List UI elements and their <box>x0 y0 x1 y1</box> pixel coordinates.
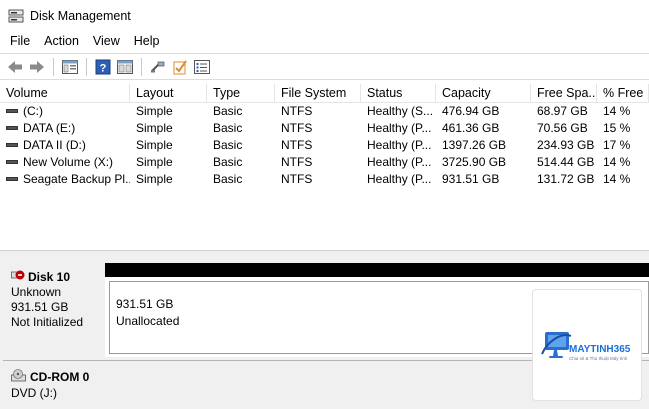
connect-icon[interactable] <box>147 56 169 78</box>
properties-icon[interactable] <box>114 56 136 78</box>
volume-percent-free: 14 % <box>603 104 631 118</box>
column-header-percent-free[interactable]: % Free <box>597 84 649 102</box>
volume-type: Basic <box>213 155 243 169</box>
table-row[interactable]: DATA II (D:) Simple Basic NTFS Healthy (… <box>0 137 649 154</box>
volume-layout: Simple <box>136 138 173 152</box>
volume-file-system: NTFS <box>281 155 313 169</box>
toolbar-separator <box>86 57 87 76</box>
volume-free-space: 514.44 GB <box>537 155 595 169</box>
monitor-logo-icon <box>541 332 572 358</box>
back-icon[interactable] <box>4 56 26 78</box>
column-header-layout[interactable]: Layout <box>130 84 207 102</box>
volume-capacity: 461.36 GB <box>442 121 500 135</box>
drive-icon <box>6 108 18 113</box>
volume-capacity: 476.94 GB <box>442 104 500 118</box>
volume-free-space: 131.72 GB <box>537 172 595 186</box>
menu-view[interactable]: View <box>86 31 127 52</box>
volume-name: New Volume (X:) <box>23 155 114 169</box>
drive-icon <box>6 142 18 147</box>
column-header-capacity[interactable]: Capacity <box>436 84 531 102</box>
volume-list: Volume Layout Type File System Status Ca… <box>0 84 649 250</box>
column-header-file-system[interactable]: File System <box>275 84 361 102</box>
title-bar: Disk Management <box>0 0 649 31</box>
menu-bar: File Action View Help <box>0 31 649 52</box>
column-header-free-space[interactable]: Free Spa... <box>531 84 597 102</box>
volume-name: (C:) <box>23 104 43 118</box>
console-tree-icon[interactable] <box>59 56 81 78</box>
table-row[interactable]: DATA (E:) Simple Basic NTFS Healthy (P..… <box>0 120 649 137</box>
drive-icon <box>6 159 18 164</box>
volume-name: DATA (E:) <box>23 121 76 135</box>
volume-file-system: NTFS <box>281 172 313 186</box>
window-title: Disk Management <box>30 8 131 23</box>
volume-file-system: NTFS <box>281 138 313 152</box>
column-header-volume[interactable]: Volume <box>0 84 130 102</box>
disk-type: DVD (J:) <box>11 386 57 400</box>
drive-icon <box>6 176 18 181</box>
menu-file[interactable]: File <box>3 31 37 52</box>
volume-name: DATA II (D:) <box>23 138 86 152</box>
help-icon[interactable]: ? <box>92 56 114 78</box>
volume-status: Healthy (P... <box>367 121 432 135</box>
volume-file-system: NTFS <box>281 104 313 118</box>
toolbar-separator <box>53 57 54 76</box>
svg-text:?: ? <box>100 62 107 74</box>
toolbar-separator <box>141 57 142 76</box>
volume-percent-free: 14 % <box>603 155 631 169</box>
volume-status: Healthy (P... <box>367 138 432 152</box>
watermark-tagline: Chia sẻ & Thủ thuật Máy tính <box>569 356 628 361</box>
unallocated-header-bar <box>105 263 649 277</box>
cd-drive-icon <box>11 369 27 386</box>
list-icon[interactable] <box>191 56 213 78</box>
watermark-brand: MAYTINH365 <box>569 344 631 355</box>
volume-percent-free: 15 % <box>603 121 631 135</box>
check-icon[interactable] <box>169 56 191 78</box>
column-header-type[interactable]: Type <box>207 84 275 102</box>
column-header-status[interactable]: Status <box>361 84 436 102</box>
menu-action[interactable]: Action <box>37 31 86 52</box>
volume-free-space: 70.56 GB <box>537 121 588 135</box>
disk-size: 931.51 GB <box>11 300 69 314</box>
volume-status: Healthy (S... <box>367 104 434 118</box>
volume-layout: Simple <box>136 172 173 186</box>
disk-name: CD-ROM 0 <box>30 370 90 384</box>
volume-status: Healthy (P... <box>367 172 432 186</box>
volume-layout: Simple <box>136 155 173 169</box>
forward-icon[interactable] <box>26 56 48 78</box>
volume-capacity: 931.51 GB <box>442 172 500 186</box>
table-row[interactable]: Seagate Backup Pl... Simple Basic NTFS H… <box>0 171 649 188</box>
volume-percent-free: 14 % <box>603 172 631 186</box>
disk-type: Unknown <box>11 285 62 299</box>
volume-layout: Simple <box>136 104 173 118</box>
table-row[interactable]: (C:) Simple Basic NTFS Healthy (S... 476… <box>0 103 649 120</box>
watermark: MAYTINH365 Chia sẻ & Thủ thuật Máy tính <box>532 289 642 401</box>
volume-list-header: Volume Layout Type File System Status Ca… <box>0 84 649 103</box>
pane-splitter[interactable] <box>0 250 649 258</box>
table-row[interactable]: New Volume (X:) Simple Basic NTFS Health… <box>0 154 649 171</box>
volume-type: Basic <box>213 172 243 186</box>
volume-layout: Simple <box>136 121 173 135</box>
volume-type: Basic <box>213 121 243 135</box>
volume-capacity: 1397.26 GB <box>442 138 507 152</box>
disk-state: Not Initialized <box>11 315 84 329</box>
volume-status: Healthy (P... <box>367 155 432 169</box>
disk-10-label[interactable]: Disk 10 Unknown 931.51 GB Not Initialize… <box>3 266 104 358</box>
toolbar: ? <box>0 53 649 80</box>
volume-percent-free: 17 % <box>603 138 631 152</box>
volume-type: Basic <box>213 138 243 152</box>
volume-free-space: 68.97 GB <box>537 104 588 118</box>
disk-name: Disk 10 <box>28 269 71 284</box>
drive-icon <box>6 125 18 130</box>
disk-error-icon <box>11 269 25 285</box>
volume-type: Basic <box>213 104 243 118</box>
cdrom-0-label[interactable]: CD-ROM 0 DVD (J:) <box>3 366 104 409</box>
menu-help[interactable]: Help <box>127 31 167 52</box>
volume-name: Seagate Backup Pl... <box>23 172 130 186</box>
volume-free-space: 234.93 GB <box>537 138 595 152</box>
volume-capacity: 3725.90 GB <box>442 155 507 169</box>
volume-file-system: NTFS <box>281 121 313 135</box>
disk-management-app-icon <box>8 9 24 23</box>
